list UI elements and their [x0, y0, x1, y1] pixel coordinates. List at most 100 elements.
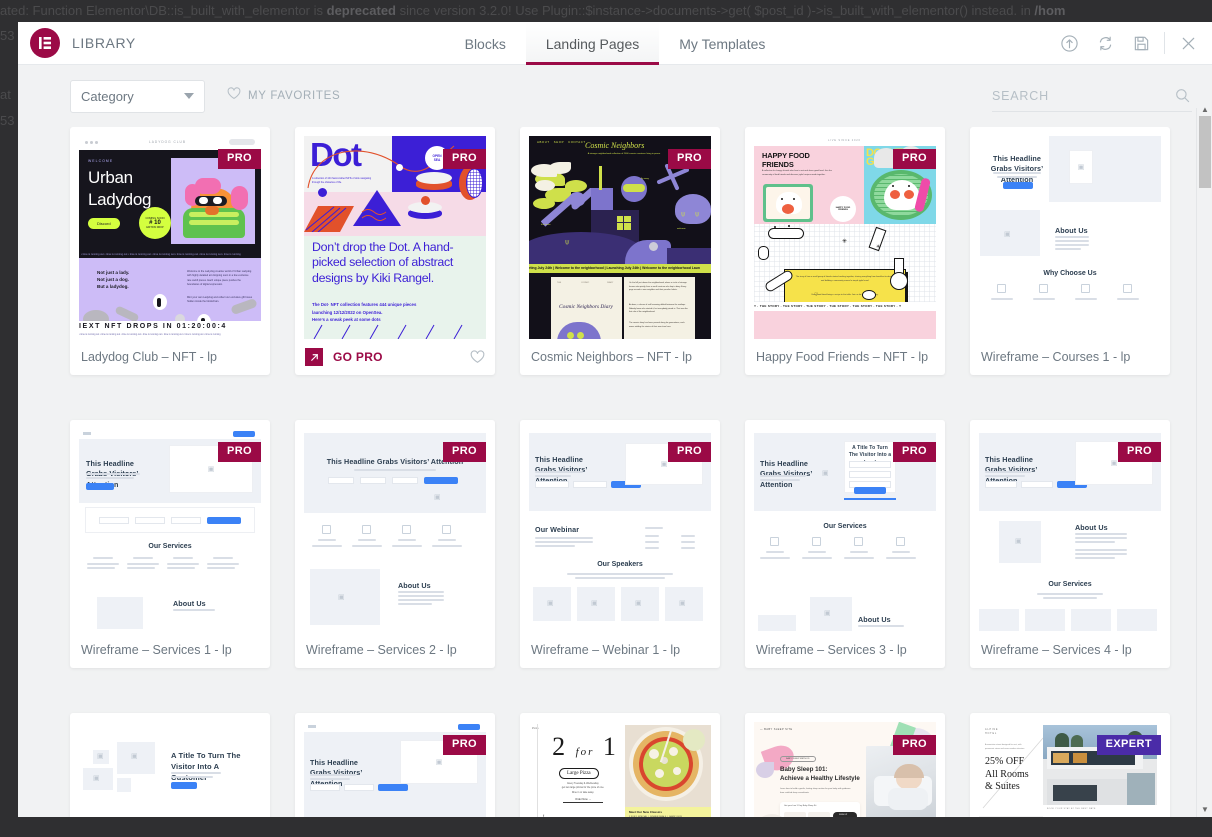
cosmic-book-title: Cosmic Neighbors Diary: [559, 304, 613, 310]
search-input[interactable]: [992, 88, 1192, 103]
template-title: Wireframe – Services 2 - lp: [306, 643, 457, 657]
template-card[interactable]: This Headline Grabs Visitors’ Attention …: [295, 420, 495, 668]
pizza-pill: Large Pizza: [559, 768, 599, 779]
ladydog-body: Not just a lady. Not just a dog. But a l…: [97, 270, 130, 289]
notice-prefix: ated: [0, 3, 26, 18]
template-title: Wireframe – Services 3 - lp: [756, 643, 907, 657]
elementor-logo-icon: [30, 28, 60, 58]
template-card[interactable]: Pizza 2 for 1 Large Pizza Every Tuesday …: [520, 713, 720, 817]
template-card-footer: Ladydog Club – NFT - lp: [70, 339, 270, 375]
pro-badge: PRO: [442, 149, 486, 170]
pro-badge: PRO: [442, 735, 486, 756]
header-actions: [1051, 22, 1212, 64]
template-card[interactable]: This Headline Grabs Visitors’ Attention …: [745, 420, 945, 668]
scroll-down-arrow[interactable]: ▼: [1197, 803, 1212, 815]
category-select-label: Category: [81, 88, 134, 104]
template-card-footer: Wireframe – Services 2 - lp: [295, 632, 495, 668]
dot-sub: The Dot· NFT collection features 444 uni…: [312, 302, 417, 323]
template-thumbnail: Pizza 2 for 1 Large Pizza Every Tuesday …: [529, 722, 711, 817]
template-card[interactable]: Dot A collection of 444 hand-crafted NFT…: [295, 127, 495, 375]
expert-badge: EXPERT: [1096, 735, 1161, 756]
thumb-art-wireframe-courses-1: This Headline Grabs Visitors’ Attention …: [979, 136, 1161, 339]
template-title: Wireframe – Services 4 - lp: [981, 643, 1132, 657]
template-card[interactable]: This Headline Grabs Visitors’ Attention …: [70, 420, 270, 668]
template-title: Cosmic Neighbors – NFT - lp: [531, 350, 692, 364]
template-thumbnail: — BABY SLEEP SITE BABY SLEEP METHOD Baby…: [754, 722, 936, 817]
template-grid: LADYDOG CLUB WELCOME Urban Ladydog Disco…: [70, 127, 1192, 817]
pro-badge: PRO: [217, 149, 261, 170]
pro-badge: PRO: [1117, 442, 1161, 463]
tab-blocks-label: Blocks: [464, 35, 506, 52]
ladydog-pill: Discord: [88, 218, 120, 229]
template-thumbnail: This Headline Grabs Visitors’ Attention …: [979, 429, 1161, 632]
my-favorites-label: MY FAVORITES: [248, 90, 341, 102]
my-favorites-filter[interactable]: MY FAVORITES: [227, 87, 340, 105]
search-box[interactable]: [992, 80, 1192, 112]
thumb-art-pizza: Pizza 2 for 1 Large Pizza Every Tuesday …: [529, 722, 711, 817]
template-card-footer: Wireframe – Services 1 - lp: [70, 632, 270, 668]
template-card[interactable]: LIVE SINCE 2020 HAPPY FOOD FRIENDS A coll…: [745, 127, 945, 375]
scrollbar-thumb[interactable]: [1199, 116, 1211, 188]
tab-blocks[interactable]: Blocks: [445, 22, 526, 65]
template-card[interactable]: ABOUT SHOP CONTACT Cosmic Neighbors A st…: [520, 127, 720, 375]
close-icon[interactable]: [1170, 22, 1206, 65]
brand: LIBRARY: [18, 22, 136, 64]
template-title: Happy Food Friends – NFT - lp: [756, 350, 929, 364]
ladydog-h2: Ladydog: [88, 190, 152, 209]
template-title: Ladydog Club – NFT - lp: [81, 350, 217, 364]
external-link-icon[interactable]: [305, 348, 323, 366]
sync-icon[interactable]: [1087, 22, 1123, 65]
deprecation-notice: ated: Function Elementor\DB::is_built_wi…: [0, 0, 1212, 22]
heart-icon: [227, 87, 241, 105]
search-icon: [1175, 88, 1190, 103]
template-title: Wireframe – Webinar 1 - lp: [531, 643, 681, 657]
template-card[interactable]: This Headline Grabs Visitors’ Attention …: [520, 420, 720, 668]
pro-badge: PRO: [217, 442, 261, 463]
notice-bold: deprecated: [326, 3, 396, 18]
template-card[interactable]: ▣ ▣ ▣ A Title To Turn The Visitor Into A…: [70, 713, 270, 817]
tab-bar: Blocks Landing Pages My Templates: [18, 22, 1212, 65]
template-card[interactable]: This Headline Grabs Visitors’ Attention …: [970, 420, 1170, 668]
template-thumbnail: ALPINE HOTEL 25% OFF All Rooms & Suites A…: [979, 722, 1161, 817]
bg-fragment-3: 53: [0, 113, 15, 128]
header-divider: [1164, 32, 1165, 54]
pizza-num: 2: [552, 732, 568, 761]
template-card-footer: Wireframe – Webinar 1 - lp: [520, 632, 720, 668]
template-card[interactable]: This Headline Grabs Visitors’ Attention …: [295, 713, 495, 817]
template-thumbnail: This Headline Grabs Visitors’ Attention …: [979, 136, 1161, 339]
template-card-footer: Cosmic Neighbors – NFT - lp: [520, 339, 720, 375]
heart-icon[interactable]: [470, 350, 485, 364]
ladydog-h1: Urban: [88, 168, 133, 187]
go-pro-label[interactable]: GO PRO: [333, 350, 383, 364]
hotel-h: 25% OFF All Rooms & Suites: [985, 756, 1029, 792]
pro-badge: PRO: [892, 735, 936, 756]
tab-my-templates[interactable]: My Templates: [659, 22, 785, 65]
upload-icon[interactable]: [1051, 22, 1087, 65]
template-card-footer: Happy Food Friends – NFT - lp: [745, 339, 945, 375]
template-thumbnail: This Headline Grabs Visitors’ Attention …: [754, 429, 936, 632]
chevron-down-icon: [184, 93, 194, 99]
vertical-scrollbar[interactable]: ▲ ▼: [1196, 105, 1212, 817]
template-card[interactable]: This Headline Grabs Visitors’ Attention …: [970, 127, 1170, 375]
template-card-footer: Wireframe – Courses 1 - lp: [970, 339, 1170, 375]
template-card[interactable]: ALPINE HOTEL 25% OFF All Rooms & Suites A…: [970, 713, 1170, 817]
template-card[interactable]: LADYDOG CLUB WELCOME Urban Ladydog Disco…: [70, 127, 270, 375]
template-scroll-area[interactable]: LADYDOG CLUB WELCOME Urban Ladydog Disco…: [18, 127, 1212, 817]
pro-badge: PRO: [892, 149, 936, 170]
template-card[interactable]: — BABY SLEEP SITE BABY SLEEP METHOD Baby…: [745, 713, 945, 817]
library-modal: LIBRARY Blocks Landing Pages My Template…: [18, 22, 1212, 817]
ladydog-ticker: IEXT NFT DROPS IN 01:20:00:4: [79, 321, 261, 332]
template-title: Wireframe – Services 1 - lp: [81, 643, 232, 657]
template-card-footer: Wireframe – Services 4 - lp: [970, 632, 1170, 668]
category-select[interactable]: Category: [70, 79, 205, 113]
save-icon[interactable]: [1123, 22, 1159, 65]
scroll-up-arrow[interactable]: ▲: [1197, 103, 1212, 115]
pizza-one: 1: [602, 732, 618, 761]
pizza-for: for: [575, 746, 595, 758]
tab-landing-pages[interactable]: Landing Pages: [525, 22, 660, 65]
pro-badge: PRO: [667, 442, 711, 463]
template-card-footer: GO PRO: [295, 339, 495, 375]
template-thumbnail: Dot A collection of 444 hand-crafted NFT…: [304, 136, 486, 339]
tab-my-templates-label: My Templates: [679, 35, 766, 52]
template-card-footer: Wireframe – Services 3 - lp: [745, 632, 945, 668]
